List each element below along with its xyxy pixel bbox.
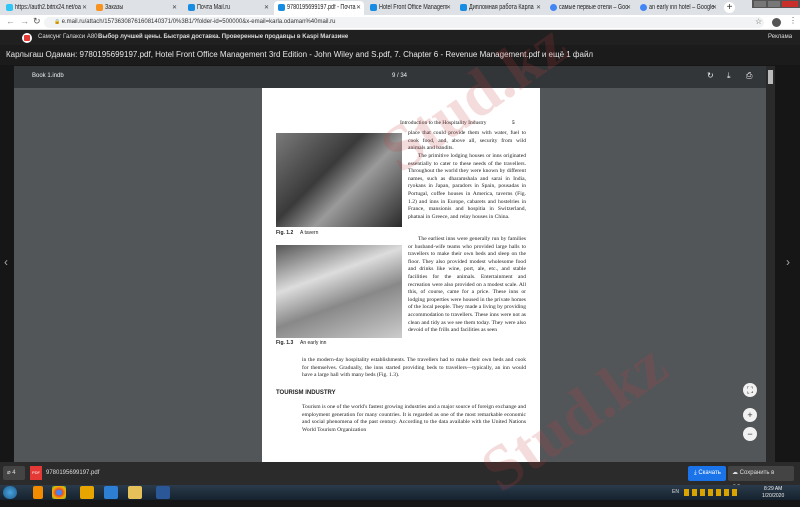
tavern-image (276, 133, 402, 227)
scrollbar[interactable] (766, 66, 775, 462)
early-inn-image (276, 245, 402, 338)
save-to-cloud-button[interactable]: ☁ Сохранить в Облако (728, 466, 794, 491)
outlook-taskbar-icon[interactable] (80, 486, 94, 499)
reload-icon[interactable]: ↻ (33, 16, 41, 27)
tab-diploma[interactable]: Дипломная работа Карла ✕ (456, 1, 544, 15)
print-icon[interactable]: ⎙ (746, 71, 752, 81)
word-taskbar-icon[interactable] (156, 486, 170, 499)
url-input[interactable]: 🔒 e.mail.ru/attach/15736308761608140371/… (44, 17, 764, 28)
paragraph: in the modern-day hospitality establishm… (302, 357, 526, 379)
close-icon[interactable]: ✕ (172, 4, 177, 12)
app-icon[interactable] (33, 486, 43, 499)
ie-taskbar-icon[interactable] (104, 486, 118, 499)
paragraph: Tourism is one of the world's fastest gr… (302, 404, 526, 433)
fit-page-button[interactable]: ⛶ (743, 383, 757, 397)
next-attachment-icon[interactable]: › (786, 255, 790, 269)
maximize-button[interactable] (768, 1, 780, 7)
bitrix-icon (6, 4, 13, 11)
download-icon[interactable]: ⤓ (727, 71, 731, 81)
attachment-title: Карлыгаш Одаман: 9780195699197.pdf, Hote… (0, 45, 800, 65)
explorer-taskbar-icon[interactable] (128, 486, 142, 499)
bookmark-star-icon[interactable]: ☆ (755, 17, 762, 26)
close-icon[interactable]: ✕ (626, 4, 631, 12)
zoom-in-button[interactable]: + (743, 408, 757, 422)
zoom-out-button[interactable]: − (743, 427, 757, 441)
attachments-count[interactable]: ⌀ 4 (3, 466, 25, 480)
paragraph: The earliest inns were generally run by … (408, 236, 526, 334)
language-indicator[interactable]: EN (672, 489, 679, 495)
minimize-button[interactable] (754, 1, 766, 7)
paragraph: place that could provide them with water… (408, 130, 526, 152)
close-window-button[interactable] (782, 1, 798, 7)
forward-icon[interactable]: → (20, 16, 29, 26)
attachment-bar: ⌀ 4 PDF 9780195699197.pdf ⤓ Скачать ☁ Со… (0, 462, 800, 491)
close-icon[interactable]: ✕ (82, 4, 87, 12)
back-icon[interactable]: ← (6, 16, 15, 26)
close-icon[interactable]: ✕ (712, 4, 717, 12)
tab-mail[interactable]: Почта Mail.ru ✕ (184, 1, 272, 15)
paragraph: The primitive lodging houses or inns ori… (408, 153, 526, 220)
tab-pdf-active[interactable]: 9780195699197.pdf - Почта ✕ (274, 1, 364, 15)
clock-date[interactable]: 1/20/2020 (762, 493, 784, 499)
ad-banner[interactable]: Самсунг Галакси А80 Выбор лучшей цены. Б… (0, 30, 800, 45)
tab-google-first-hotels[interactable]: самые первые отели – Goo ✕ (546, 1, 634, 15)
mail-icon (370, 4, 377, 11)
tab-orders[interactable]: Заказы ✕ (92, 1, 180, 15)
download-button[interactable]: ⤓ Скачать (688, 466, 726, 481)
tab-bitrix[interactable]: https://auth2.bitrix24.net/oa ✕ (2, 1, 90, 15)
fig-1-2-caption: A tavern (300, 230, 319, 236)
attachment-filename[interactable]: 9780195699197.pdf (46, 470, 99, 476)
pdf-file-icon: PDF (30, 466, 42, 480)
page-indicator: 9 / 34 (392, 73, 408, 79)
google-icon (640, 4, 647, 11)
running-head: Introduction to the Hospitality Industry (400, 120, 487, 126)
profile-icon[interactable] (772, 18, 781, 27)
tab-bar: https://auth2.bitrix24.net/oa ✕ Заказы ✕ П… (0, 0, 800, 15)
menu-icon[interactable]: ⋮ (789, 16, 797, 25)
mail-icon (188, 4, 195, 11)
fig-1-3-label: Fig. 1.3 (276, 340, 294, 346)
clock-time[interactable]: 8:29 AM (764, 486, 782, 492)
pdf-filename: Book 1.indb (32, 73, 64, 79)
pdf-toolbar: Book 1.indb 9 / 34 ↻ ⤓ ⎙ (14, 66, 766, 88)
fig-1-2-label: Fig. 1.2 (276, 230, 294, 236)
section-heading: TOURISM INDUSTRY (276, 390, 336, 396)
window-controls (752, 0, 800, 8)
close-icon[interactable]: ✕ (264, 4, 269, 12)
page-number: 5 (512, 120, 515, 126)
pdf-page: Introduction to the Hospitality Industry… (262, 88, 540, 462)
fig-1-3-caption: An early inn (300, 340, 327, 346)
close-icon[interactable]: ✕ (536, 4, 541, 12)
orders-icon (96, 4, 103, 11)
address-bar-row: ← → ↻ 🔒 e.mail.ru/attach/157363087616081… (0, 15, 800, 30)
rotate-icon[interactable]: ↻ (707, 71, 714, 80)
chrome-taskbar-icon[interactable] (52, 486, 66, 499)
kaspi-logo-icon (22, 33, 32, 43)
google-icon (550, 4, 557, 11)
mail-icon (460, 4, 467, 11)
tab-google-early-inn[interactable]: an early inn hotel – Google ✕ (636, 1, 720, 15)
prev-attachment-icon[interactable]: ‹ (4, 255, 8, 269)
windows-taskbar: EN 8:29 AM 1/20/2020 (0, 485, 800, 500)
tab-hotel-front[interactable]: Hotel Front Office Managem ✕ (366, 1, 454, 15)
tray-icons[interactable] (684, 489, 740, 496)
close-icon[interactable]: ✕ (356, 4, 361, 12)
close-icon[interactable]: ✕ (446, 4, 451, 12)
new-tab-button[interactable]: + (724, 2, 735, 13)
lock-icon: 🔒 (54, 19, 62, 25)
start-button[interactable] (3, 486, 17, 499)
mail-icon (278, 4, 285, 11)
